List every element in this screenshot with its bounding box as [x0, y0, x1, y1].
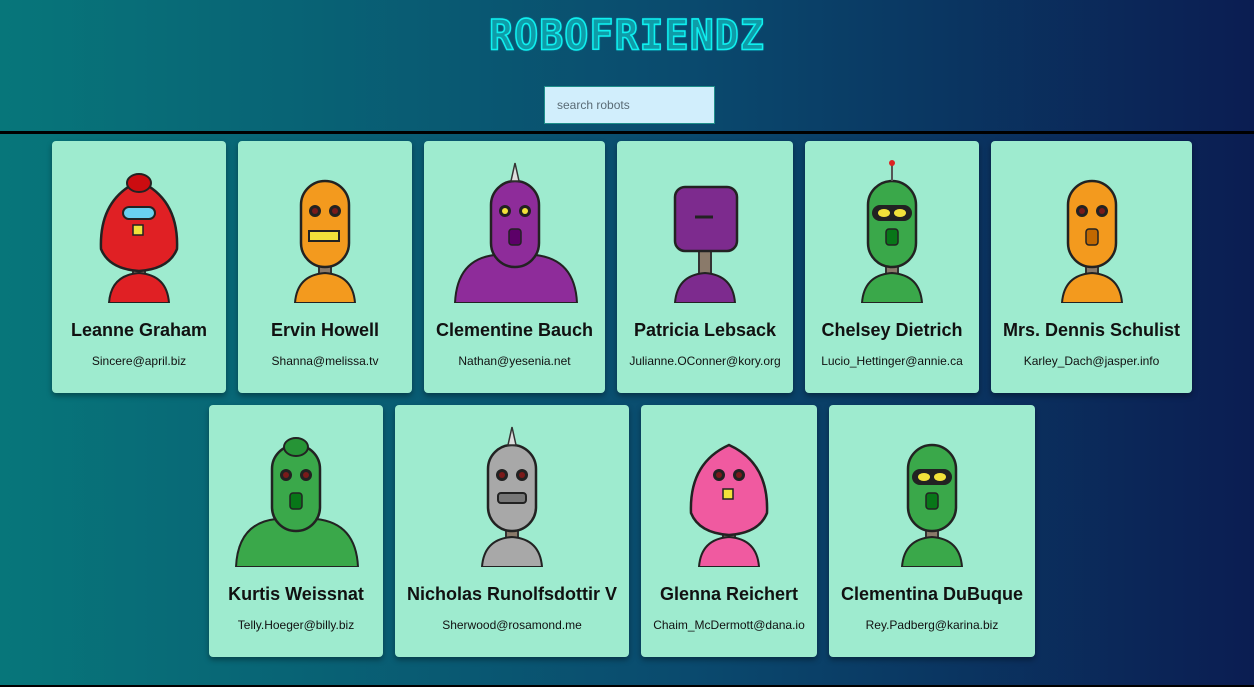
robot-card[interactable]: Ervin Howell Shanna@melissa.tv [238, 141, 412, 393]
robot-card[interactable]: Clementina DuBuque Rey.Padberg@karina.bi… [829, 405, 1035, 657]
robot-avatar [1012, 159, 1172, 303]
robot-card[interactable]: Patricia Lebsack Julianne.OConner@kory.o… [617, 141, 793, 393]
robot-name: Mrs. Dennis Schulist [1002, 320, 1181, 340]
page-title: ROBOFRIENDZ [488, 11, 765, 61]
robot-email: Chaim_McDermott@dana.io [653, 618, 805, 632]
robot-card[interactable]: Mrs. Dennis Schulist Karley_Dach@jasper.… [991, 141, 1192, 393]
robot-avatar [216, 423, 376, 567]
robot-email: Shanna@melissa.tv [271, 354, 379, 368]
robot-name: Kurtis Weissnat [228, 584, 364, 604]
robot-card[interactable]: Leanne Graham Sincere@april.biz [52, 141, 226, 393]
robot-name: Glenna Reichert [659, 584, 799, 604]
robot-email: Julianne.OConner@kory.org [629, 354, 781, 368]
robot-email: Telly.Hoeger@billy.biz [237, 618, 355, 632]
robot-email: Sherwood@rosamond.me [442, 618, 582, 632]
search-input[interactable] [544, 86, 715, 124]
robot-name: Ervin Howell [270, 320, 380, 340]
robot-card[interactable]: Glenna Reichert Chaim_McDermott@dana.io [641, 405, 817, 657]
robot-name: Nicholas Runolfsdottir V [406, 584, 617, 604]
header-divider [0, 131, 1254, 134]
robot-card[interactable]: Clementine Bauch Nathan@yesenia.net [424, 141, 605, 393]
robot-avatar [852, 423, 1012, 567]
robot-email: Rey.Padberg@karina.biz [865, 618, 999, 632]
robot-avatar [649, 423, 809, 567]
robot-avatar [625, 159, 785, 303]
robot-avatar [435, 159, 595, 303]
robot-name: Leanne Graham [70, 320, 208, 340]
robot-name: Patricia Lebsack [633, 320, 777, 340]
robot-name: Clementine Bauch [435, 320, 594, 340]
robot-avatar [59, 159, 219, 303]
robot-avatar [432, 423, 592, 567]
robot-email: Karley_Dach@jasper.info [1023, 354, 1160, 368]
robot-avatar [245, 159, 405, 303]
robot-email: Sincere@april.biz [91, 354, 187, 368]
robot-email: Nathan@yesenia.net [458, 354, 571, 368]
robot-name: Chelsey Dietrich [821, 320, 963, 340]
robot-name: Clementina DuBuque [840, 584, 1023, 604]
robot-avatar [812, 159, 972, 303]
robot-card[interactable]: Kurtis Weissnat Telly.Hoeger@billy.biz [209, 405, 383, 657]
robot-card[interactable]: Nicholas Runolfsdottir V Sherwood@rosamo… [395, 405, 629, 657]
robot-email: Lucio_Hettinger@annie.ca [821, 354, 963, 368]
robot-card[interactable]: Chelsey Dietrich Lucio_Hettinger@annie.c… [805, 141, 979, 393]
